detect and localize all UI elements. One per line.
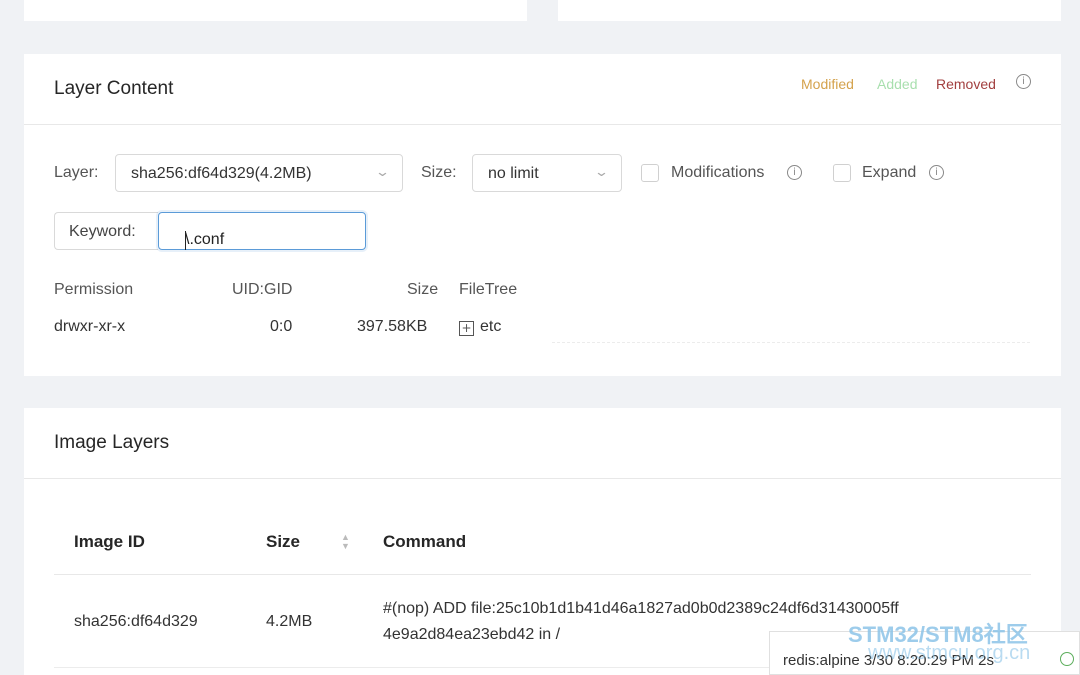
sort-icon[interactable]: ▲ ▼: [341, 533, 350, 551]
modifications-info-icon[interactable]: i: [787, 165, 802, 180]
keyword-label: Keyword:: [69, 223, 136, 240]
size-label: Size:: [421, 164, 457, 181]
col-size: Size: [407, 281, 439, 298]
col-permission: Permission: [54, 281, 134, 298]
layer-label: Layer:: [54, 164, 99, 181]
size-select-value: no limit: [488, 165, 539, 182]
table-header-divider: [54, 574, 1031, 575]
layer-content-header: Layer Content Modified Added Removed i: [24, 54, 1061, 125]
chevron-down-icon: ⌄: [374, 164, 391, 179]
row-command-line2: 4e9a2d84ea23ebd42 in /: [383, 626, 561, 643]
modifications-checkbox[interactable]: [641, 164, 659, 182]
modifications-label: Modifications: [671, 164, 765, 181]
filetree-node[interactable]: + etc: [459, 318, 501, 336]
col-uid-gid: UID:GID: [232, 281, 293, 298]
expand-info-icon[interactable]: i: [929, 165, 944, 180]
layer-select[interactable]: sha256:df64d329(4.2MB) ⌄: [115, 154, 403, 192]
legend-added: Added: [877, 76, 918, 92]
watermark-url: www.stmcu.org.cn: [868, 642, 1031, 664]
previous-card-right: [558, 0, 1061, 21]
size-select[interactable]: no limit ⌄: [472, 154, 622, 192]
row-size: 397.58KB: [357, 318, 428, 335]
filetree-node-name: etc: [480, 318, 502, 335]
text-caret: [185, 231, 186, 250]
layer-content-card: Layer Content Modified Added Removed i L…: [24, 54, 1061, 376]
row-command-line1: #(nop) ADD file:25c10b1d1b41d46a1827ad0b…: [383, 600, 899, 617]
legend-removed: Removed: [936, 76, 996, 92]
layer-content-title: Layer Content: [54, 78, 174, 99]
image-layers-header: Image Layers: [24, 408, 1061, 479]
col-command: Command: [383, 532, 467, 551]
divider: [552, 342, 1030, 343]
previous-card-left: [24, 0, 527, 21]
row-image-size: 4.2MB: [266, 613, 313, 630]
legend-modified: Modified: [801, 76, 854, 92]
expand-checkbox[interactable]: [833, 164, 851, 182]
row-permission: drwxr-xr-x: [54, 318, 126, 335]
chevron-down-icon: ⌄: [593, 164, 610, 179]
col-filetree: FileTree: [459, 281, 518, 298]
col-size-sortable[interactable]: Size: [266, 532, 300, 552]
legend-info-icon[interactable]: i: [1016, 74, 1031, 89]
expand-plus-icon[interactable]: +: [459, 321, 474, 336]
row-uid-gid: 0:0: [270, 318, 293, 335]
row-image-id: sha256:df64d329: [74, 613, 198, 630]
layer-select-value: sha256:df64d329(4.2MB): [131, 165, 312, 182]
refresh-icon[interactable]: [1060, 652, 1074, 666]
keyword-text: \.conf: [185, 231, 225, 248]
image-layers-title: Image Layers: [54, 432, 170, 453]
col-image-id: Image ID: [74, 532, 145, 551]
expand-label: Expand: [862, 164, 917, 181]
keyword-input[interactable]: \.conf: [158, 212, 366, 250]
keyword-addon: Keyword:: [54, 212, 158, 250]
